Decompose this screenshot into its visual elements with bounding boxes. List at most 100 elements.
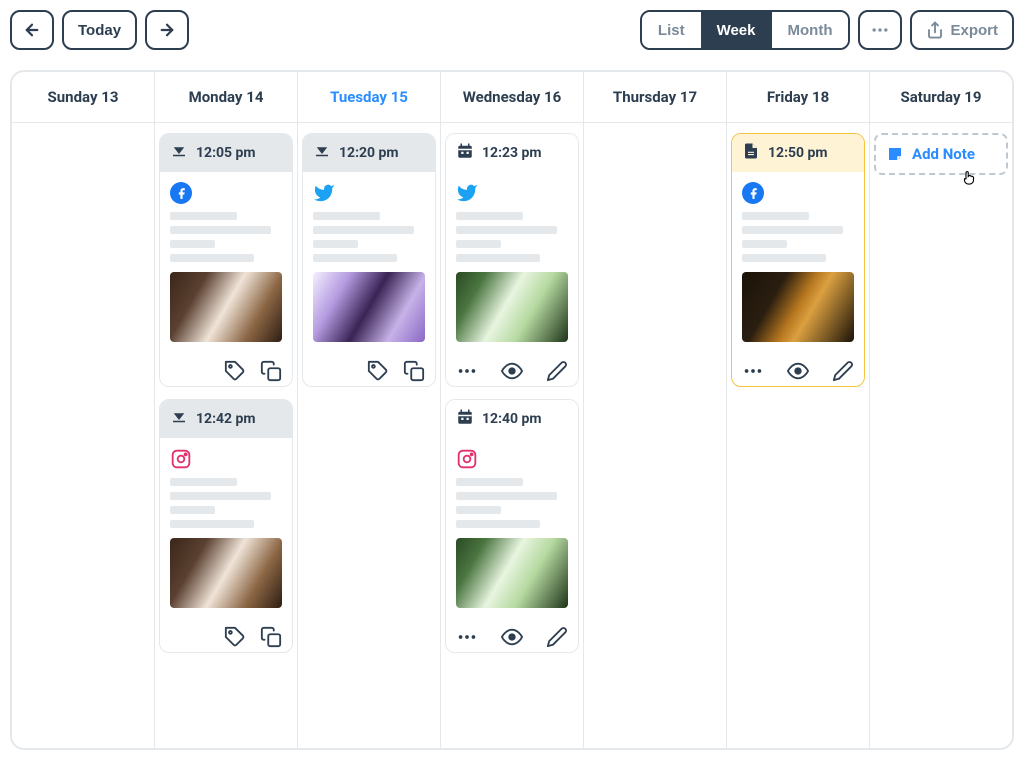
tag-icon[interactable] [367, 360, 389, 382]
toolbar: Today List Week Month Export [10, 10, 1014, 50]
day-header: Thursday 17 [584, 72, 726, 123]
card-header: 12:05 pm [160, 134, 292, 172]
today-button[interactable]: Today [62, 10, 137, 50]
post-image [456, 272, 568, 342]
post-text-placeholder [170, 212, 282, 262]
export-label: Export [950, 22, 998, 39]
day-body[interactable] [584, 123, 726, 143]
eye-icon[interactable] [787, 360, 809, 382]
facebook-icon [170, 182, 282, 204]
day-header: Sunday 13 [12, 72, 154, 123]
day-header: Monday 14 [155, 72, 297, 123]
card-body [446, 172, 578, 352]
view-list-button[interactable]: List [642, 12, 701, 48]
day-column: Thursday 17 [584, 72, 727, 748]
add-note-label: Add Note [912, 145, 975, 163]
day-column: Sunday 13 [12, 72, 155, 748]
view-month-button[interactable]: Month [772, 12, 849, 48]
day-body[interactable] [12, 123, 154, 143]
instagram-icon [456, 448, 568, 470]
more-icon[interactable] [456, 360, 478, 382]
more-button[interactable] [858, 10, 902, 50]
next-button[interactable] [145, 10, 189, 50]
arrow-right-icon [158, 21, 176, 39]
status-icon [170, 142, 188, 164]
status-icon [456, 142, 474, 164]
post-card[interactable]: 12:50 pm [731, 133, 865, 387]
view-week-button[interactable]: Week [701, 12, 772, 48]
post-image [313, 272, 425, 342]
post-time: 12:42 pm [196, 411, 256, 427]
card-actions [160, 352, 292, 386]
day-column: Wednesday 16 12:23 pm 12:40 pm [441, 72, 584, 748]
post-card[interactable]: 12:05 pm [159, 133, 293, 387]
post-time: 12:50 pm [768, 145, 828, 161]
status-icon [313, 142, 331, 164]
post-image [170, 272, 282, 342]
post-time: 12:23 pm [482, 145, 542, 161]
post-time: 12:05 pm [196, 145, 256, 161]
card-header: 12:20 pm [303, 134, 435, 172]
post-text-placeholder [313, 212, 425, 262]
pencil-icon[interactable] [832, 360, 854, 382]
card-header: 12:50 pm [732, 134, 864, 172]
eye-icon[interactable] [501, 360, 523, 382]
copy-icon[interactable] [260, 626, 282, 648]
card-body [160, 172, 292, 352]
post-card[interactable]: 12:20 pm [302, 133, 436, 387]
add-note-button[interactable]: Add Note [874, 133, 1008, 175]
day-header: Wednesday 16 [441, 72, 583, 123]
export-button[interactable]: Export [910, 10, 1014, 50]
tag-icon[interactable] [224, 360, 246, 382]
day-column: Tuesday 15 12:20 pm [298, 72, 441, 748]
more-icon[interactable] [456, 626, 478, 648]
day-body[interactable]: 12:50 pm [727, 123, 869, 397]
day-column: Monday 14 12:05 pm 12:42 pm [155, 72, 298, 748]
post-time: 12:40 pm [482, 411, 542, 427]
view-toggle: List Week Month [640, 10, 851, 50]
copy-icon[interactable] [403, 360, 425, 382]
day-body[interactable]: 12:20 pm [298, 123, 440, 397]
eye-icon[interactable] [501, 626, 523, 648]
post-image [456, 538, 568, 608]
card-actions [303, 352, 435, 386]
post-card[interactable]: 12:42 pm [159, 399, 293, 653]
post-time: 12:20 pm [339, 145, 399, 161]
pencil-icon[interactable] [546, 626, 568, 648]
copy-icon[interactable] [260, 360, 282, 382]
post-text-placeholder [456, 212, 568, 262]
prev-button[interactable] [10, 10, 54, 50]
post-image [170, 538, 282, 608]
card-header: 12:40 pm [446, 400, 578, 438]
instagram-icon [170, 448, 282, 470]
card-actions [732, 352, 864, 386]
post-image [742, 272, 854, 342]
day-body[interactable]: Add Note [870, 123, 1012, 185]
toolbar-left: Today [10, 10, 189, 50]
note-icon [886, 145, 904, 163]
calendar-week-view: Sunday 13Monday 14 12:05 pm 12:42 pm Tuesda… [10, 70, 1014, 750]
post-card[interactable]: 12:40 pm [445, 399, 579, 653]
day-header: Saturday 19 [870, 72, 1012, 123]
tag-icon[interactable] [224, 626, 246, 648]
twitter-icon [456, 182, 568, 204]
card-header: 12:23 pm [446, 134, 578, 172]
card-actions [160, 618, 292, 652]
status-icon [742, 142, 760, 164]
day-header: Tuesday 15 [298, 72, 440, 123]
card-actions [446, 352, 578, 386]
card-body [446, 438, 578, 618]
post-text-placeholder [170, 478, 282, 528]
more-icon[interactable] [742, 360, 764, 382]
export-icon [926, 21, 944, 39]
day-column: Friday 18 12:50 pm [727, 72, 870, 748]
post-card[interactable]: 12:23 pm [445, 133, 579, 387]
cursor-hand-icon [960, 169, 978, 185]
card-body [303, 172, 435, 352]
day-header: Friday 18 [727, 72, 869, 123]
twitter-icon [313, 182, 425, 204]
status-icon [170, 408, 188, 430]
pencil-icon[interactable] [546, 360, 568, 382]
day-body[interactable]: 12:05 pm 12:42 pm [155, 123, 297, 663]
day-body[interactable]: 12:23 pm 12:40 pm [441, 123, 583, 663]
